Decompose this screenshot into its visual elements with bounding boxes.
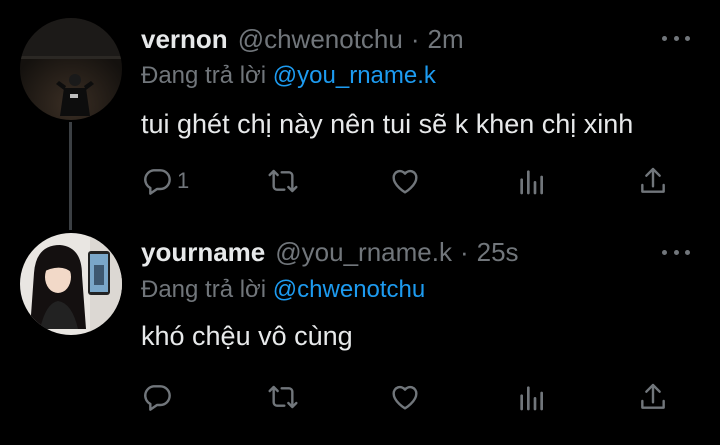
thread-connector-line [69,122,72,230]
share-button[interactable] [637,164,669,198]
share-icon [641,167,665,193]
tweet-vernon[interactable]: vernon @chwenotchu · 2m Đang trả lời @yo… [0,0,720,230]
reply-icon [144,169,171,195]
replying-to-label: Đang trả lời [141,276,267,303]
share-button[interactable] [637,380,669,414]
share-icon [641,383,665,409]
replying-to-line: Đang trả lời @chwenotchu [141,276,425,304]
views-button[interactable] [515,380,547,414]
avatar-vernon[interactable] [20,18,122,120]
separator-dot: · [410,24,420,54]
reply-button[interactable] [141,380,177,414]
display-name[interactable]: yourname [141,237,265,268]
action-bar: 1 [141,164,681,198]
more-icon [662,249,667,255]
retweet-icon [268,385,298,409]
user-handle[interactable]: @you_rname.k [275,237,452,268]
retweet-icon [268,169,298,193]
like-icon [392,169,418,194]
avatar-yourname[interactable] [20,233,122,335]
timestamp[interactable]: 2m [428,24,464,55]
like-button[interactable] [389,164,421,198]
reply-icon [144,385,171,411]
more-options-button[interactable] [662,242,690,262]
replying-to-mention[interactable]: @chwenotchu [273,276,425,303]
reply-count: 1 [177,168,190,193]
like-icon [392,385,418,410]
timestamp[interactable]: 25s [477,237,519,268]
replying-to-mention[interactable]: @you_rname.k [273,62,436,89]
replying-to-label: Đang trả lời [141,62,267,89]
display-name[interactable]: vernon [141,24,228,55]
more-icon [662,35,667,41]
tweet-header: yourname @you_rname.k · 25s [141,237,519,268]
tweet-yourname[interactable]: yourname @you_rname.k · 25s Đang trả lời… [0,225,720,445]
retweet-button[interactable] [267,164,299,198]
views-icon [520,170,543,195]
tweet-text: khó chệu vô cùng [141,321,353,351]
tweet-text: tui ghét chị này nên tui sẽ k khen chị x… [141,109,634,139]
user-handle[interactable]: @chwenotchu [238,24,403,55]
views-icon [520,386,543,411]
tweet-header: vernon @chwenotchu · 2m [141,24,464,55]
retweet-button[interactable] [267,380,299,414]
separator-dot: · [459,237,469,267]
more-options-button[interactable] [662,28,690,48]
reply-button[interactable]: 1 [141,164,189,198]
replying-to-line: Đang trả lời @you_rname.k [141,62,436,90]
action-bar [141,380,681,414]
like-button[interactable] [389,380,421,414]
views-button[interactable] [515,164,547,198]
